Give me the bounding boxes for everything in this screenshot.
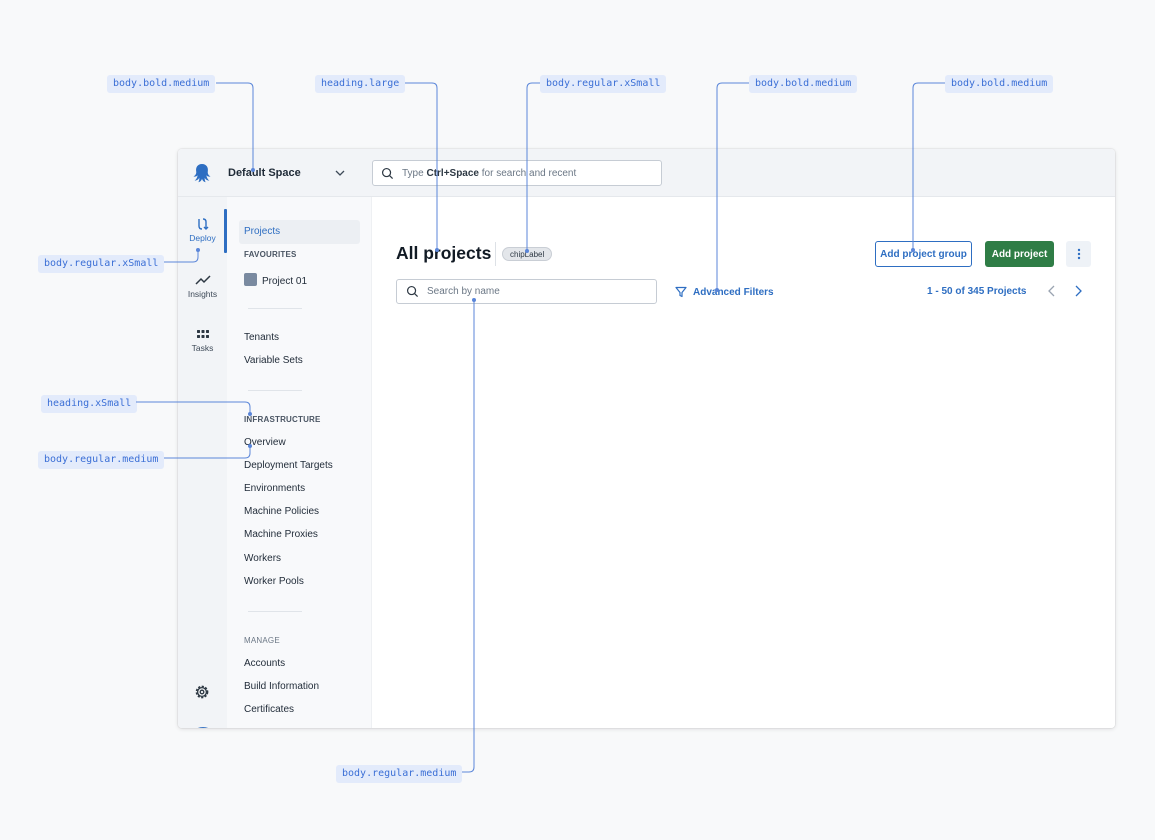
favourite-project-label: Project 01 [262, 276, 308, 287]
nav-item-certificates[interactable]: Certificates [244, 704, 294, 715]
divider [248, 611, 302, 612]
nav-item-variable-sets[interactable]: Variable Sets [244, 355, 303, 366]
section-header-manage: MANAGE [244, 636, 280, 645]
annotation-label: body.regular.xSmall [540, 75, 667, 93]
app-window: Default Space Type Ctrl+Space for search… [178, 149, 1115, 728]
nav-item-machine-proxies[interactable]: Machine Proxies [244, 529, 318, 540]
filter-icon [675, 286, 687, 298]
annotation-label: body.regular.xSmall [38, 255, 165, 273]
space-selector[interactable]: Default Space [218, 160, 355, 186]
nav-item-worker-pools[interactable]: Worker Pools [244, 576, 304, 587]
global-search-input[interactable]: Type Ctrl+Space for search and recent [372, 160, 662, 186]
gear-icon[interactable] [193, 683, 211, 701]
rail-item-label: Insights [187, 289, 218, 299]
kebab-menu-icon [1077, 248, 1080, 260]
chip-label: chipLabel [502, 247, 553, 261]
left-rail: Deploy Insights Tasks OD [178, 197, 227, 728]
section-header-infrastructure: INFRASTRUCTURE [244, 415, 321, 424]
chevron-down-icon [335, 170, 345, 176]
annotation-label: heading.xSmall [41, 395, 138, 413]
chevron-left-icon[interactable] [1045, 283, 1059, 299]
add-project-button[interactable]: Add project [985, 241, 1054, 267]
rail-item-deploy[interactable]: Deploy [178, 217, 227, 243]
tasks-icon [196, 330, 209, 338]
top-bar: Default Space Type Ctrl+Space for search… [178, 149, 1115, 197]
annotation-label: body.regular.medium [38, 451, 165, 469]
more-options-button[interactable] [1066, 241, 1091, 267]
space-name: Default Space [228, 167, 301, 179]
deploy-icon [197, 218, 208, 230]
add-project-group-button[interactable]: Add project group [875, 241, 972, 267]
rail-item-label: Tasks [191, 343, 214, 353]
pagination-summary: 1 - 50 of 345 Projects [927, 286, 1027, 297]
page-title: All projects [396, 243, 492, 263]
search-placeholder: Search by name [427, 286, 500, 297]
divider [248, 390, 302, 391]
annotation-label: heading.large [315, 75, 406, 93]
rail-item-label: Deploy [189, 233, 216, 243]
nav-item-tenants[interactable]: Tenants [244, 332, 279, 343]
annotation-label: body.bold.medium [107, 75, 216, 93]
avatar[interactable]: OD [189, 727, 217, 728]
advanced-filters-label: Advanced Filters [693, 286, 774, 298]
nav-item-overview[interactable]: Overview [244, 437, 286, 448]
title-divider [495, 242, 496, 266]
insights-icon [194, 275, 211, 285]
search-hint-suffix: for search and recent [479, 167, 577, 179]
advanced-filters-button[interactable]: Advanced Filters [675, 286, 774, 298]
rail-item-insights[interactable]: Insights [178, 273, 227, 299]
annotation-label: body.bold.medium [749, 75, 858, 93]
annotation-label: body.bold.medium [945, 75, 1054, 93]
nav-item-favourite-project[interactable]: Project 01 [244, 273, 307, 287]
octopus-logo-icon [193, 164, 211, 183]
search-icon [381, 167, 394, 179]
nav-item-accounts[interactable]: Accounts [244, 658, 285, 669]
nav-item-workers[interactable]: Workers [244, 553, 281, 564]
nav-item-environments[interactable]: Environments [244, 483, 305, 494]
secondary-nav: Projects FAVOURITES Project 01 Tenants V… [227, 197, 372, 728]
rail-item-tasks[interactable]: Tasks [178, 329, 227, 353]
search-hint-prefix: Type [402, 167, 427, 179]
search-icon [406, 285, 419, 298]
project-icon [244, 273, 257, 286]
annotation-label: body.regular.medium [336, 765, 463, 783]
nav-item-machine-policies[interactable]: Machine Policies [244, 506, 319, 517]
project-search-input[interactable]: Search by name [396, 279, 657, 304]
nav-item-build-information[interactable]: Build Information [244, 681, 319, 692]
divider [248, 308, 302, 309]
chevron-right-icon[interactable] [1071, 283, 1085, 299]
search-hint-shortcut: Ctrl+Space [426, 167, 479, 179]
nav-item-projects[interactable]: Projects [244, 226, 280, 237]
section-header-favourites: FAVOURITES [244, 250, 297, 259]
nav-item-deployment-targets[interactable]: Deployment Targets [244, 460, 333, 471]
main-content: All projects chipLabel Add project group… [372, 197, 1115, 728]
